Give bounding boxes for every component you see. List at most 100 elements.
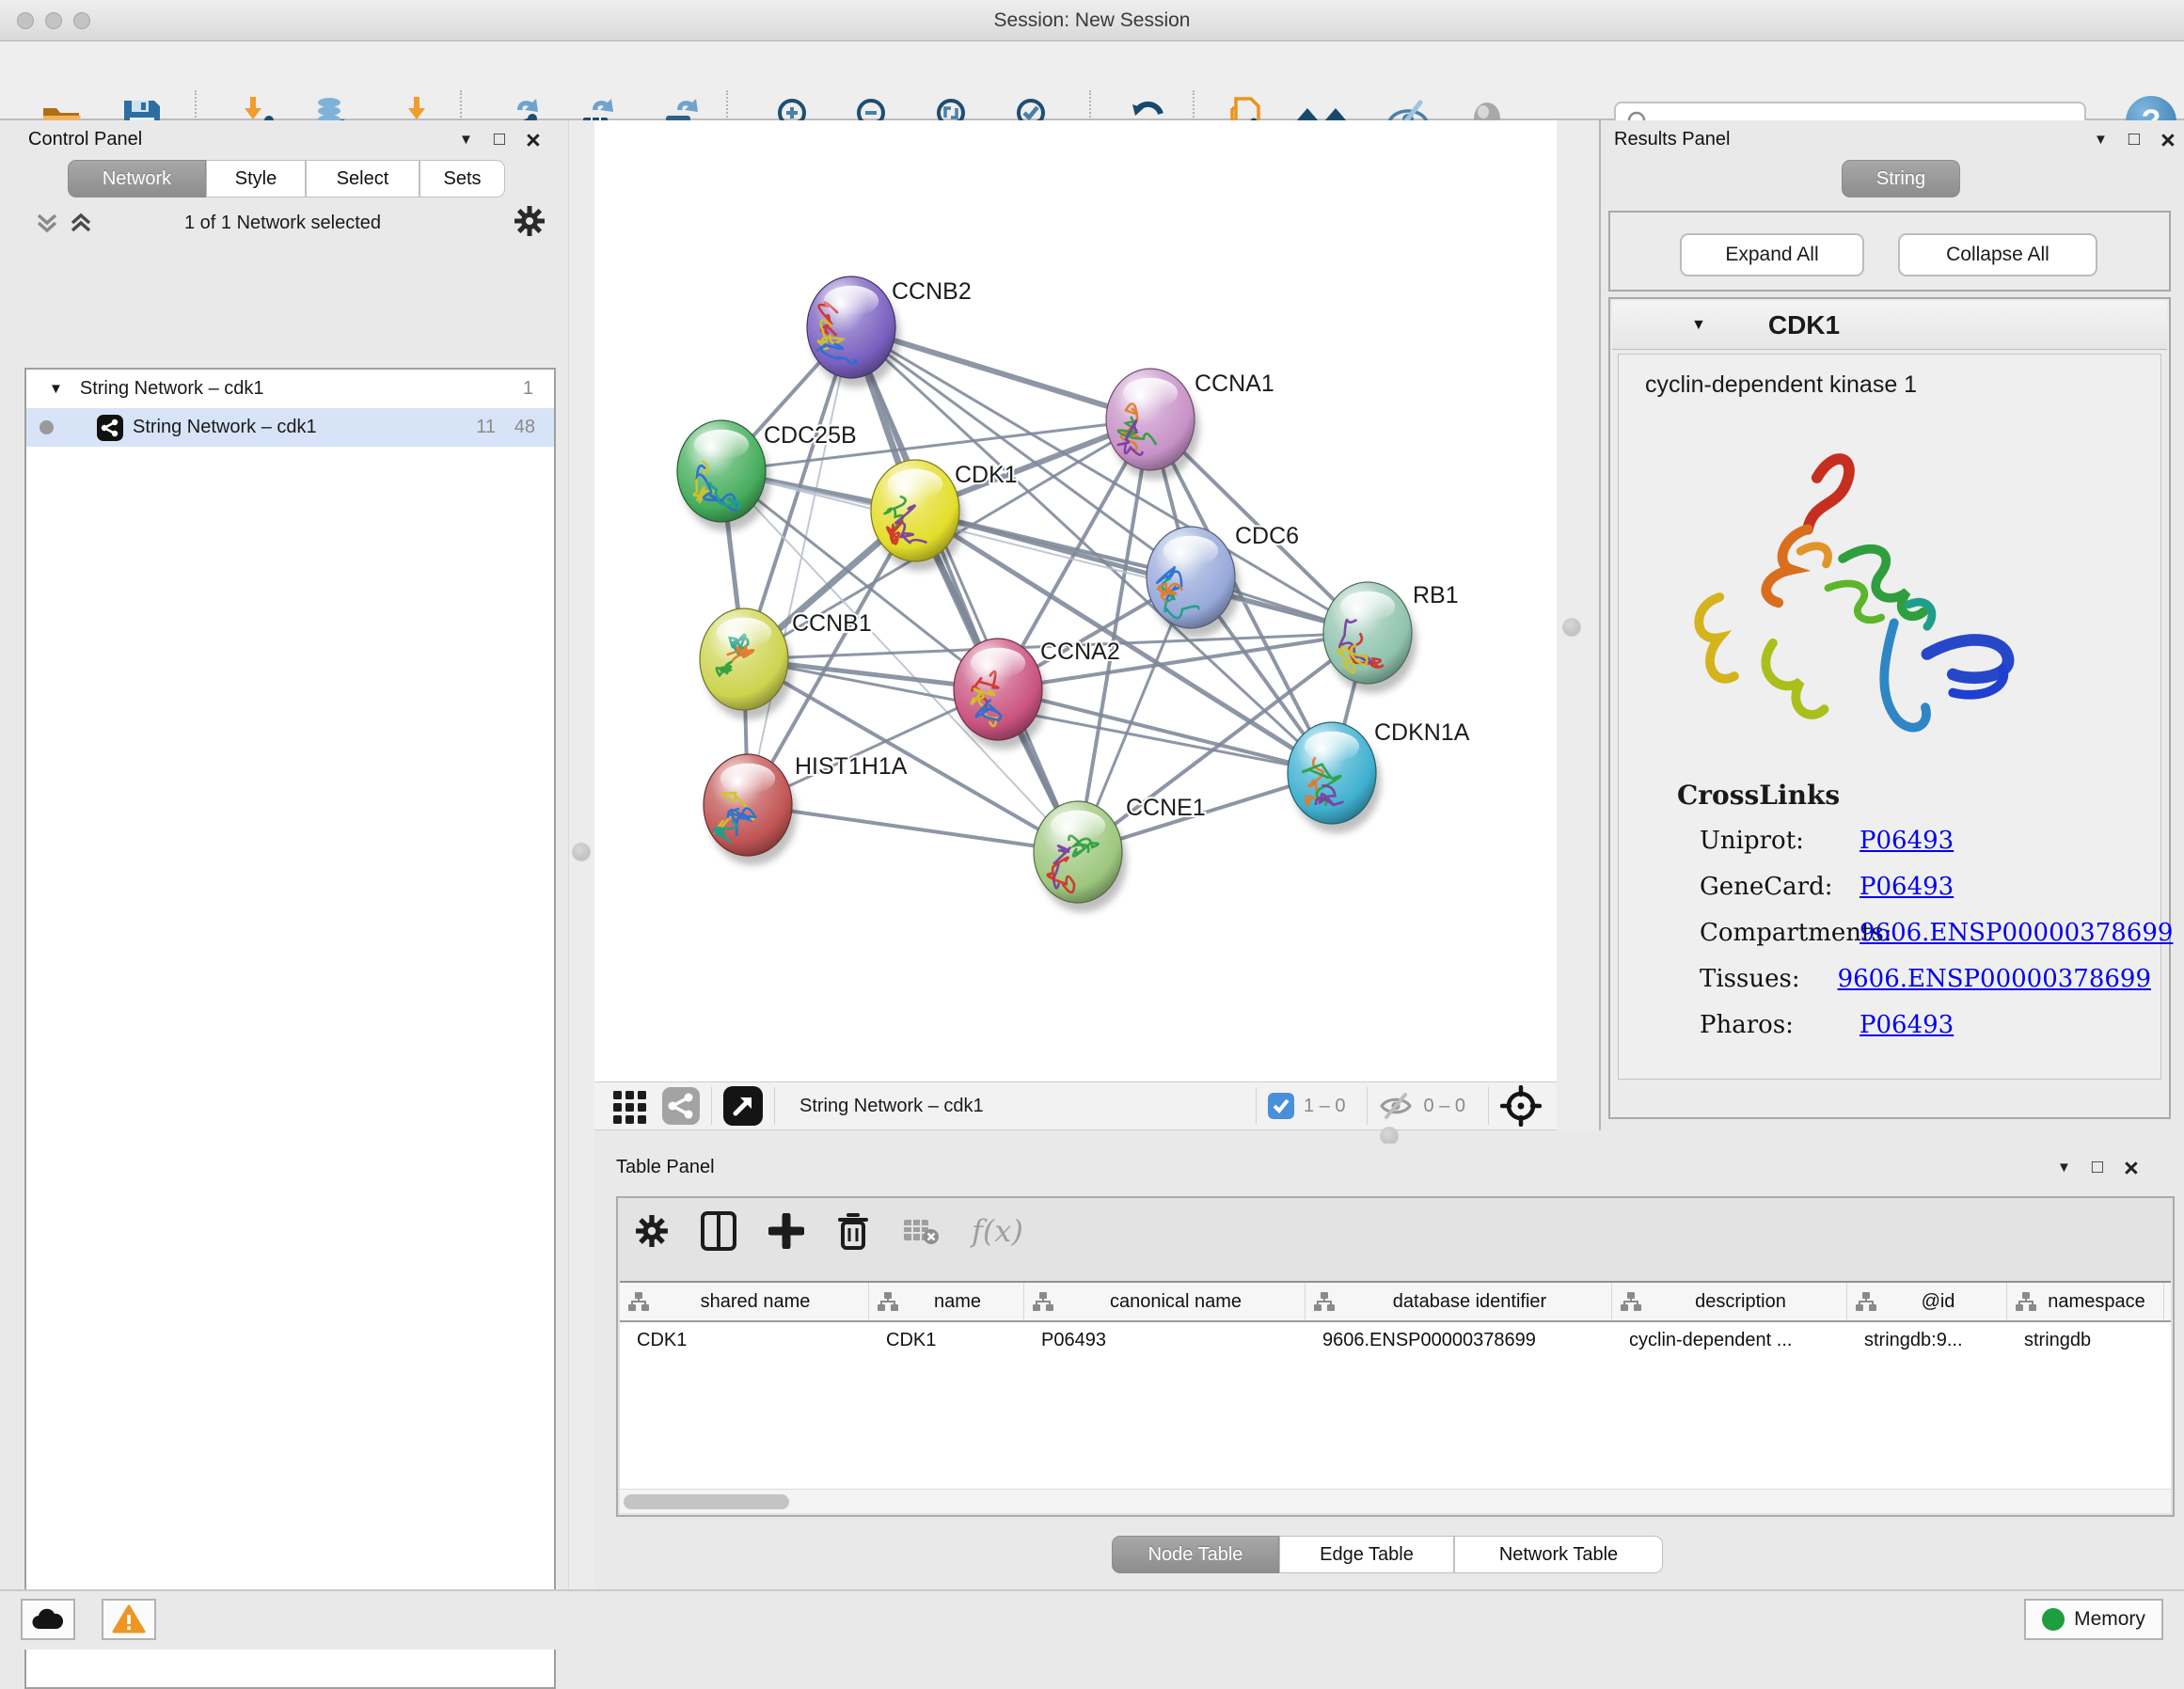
- toolbar-separator: [1367, 1087, 1368, 1125]
- collapse-all-button[interactable]: Collapse All: [1898, 233, 2097, 276]
- expand-all-button[interactable]: Expand All: [1680, 233, 1864, 276]
- collapse-panel-icon[interactable]: ▼: [2057, 1160, 2071, 1176]
- column-header-description[interactable]: description: [1612, 1283, 1847, 1320]
- column-header-name[interactable]: name: [869, 1283, 1024, 1320]
- column-header-database-identifier[interactable]: database identifier: [1306, 1283, 1612, 1320]
- collapse-panel-icon[interactable]: ▼: [2094, 132, 2108, 148]
- function-builder-icon[interactable]: f(x): [972, 1213, 1023, 1249]
- close-panel-icon[interactable]: ×: [2160, 131, 2176, 150]
- table-panel: Table Panel ▼ □ × f(x) shared namenam: [594, 1144, 2184, 1589]
- splitter-handle[interactable]: [1380, 1127, 1399, 1145]
- float-panel-icon[interactable]: □: [494, 129, 505, 150]
- fit-selected-crosshair-icon[interactable]: [1500, 1085, 1542, 1127]
- splitter-handle[interactable]: [1562, 618, 1581, 637]
- hidden-eye-slash-icon[interactable]: [1379, 1092, 1413, 1120]
- network-edge-HIST1H1A-CCNE1[interactable]: [748, 805, 1078, 852]
- network-node-CCNB2[interactable]: [807, 276, 900, 387]
- tab-select[interactable]: Select: [306, 160, 419, 197]
- network-collection-row[interactable]: ▼ String Network – cdk1 1: [26, 370, 554, 408]
- collapse-all-networks-icon[interactable]: [68, 211, 94, 235]
- tab-style[interactable]: Style: [206, 160, 306, 197]
- table-cell[interactable]: P06493: [1024, 1322, 1306, 1362]
- column-header-shared-name[interactable]: shared name: [620, 1283, 869, 1320]
- table-cell[interactable]: CDK1: [869, 1322, 1024, 1362]
- tab-node-table[interactable]: Node Table: [1112, 1536, 1279, 1573]
- network-node-CCNA2[interactable]: [954, 639, 1047, 750]
- toolbar-separator: [1488, 1087, 1489, 1125]
- crosslink-row: Uniprot:P06493: [1700, 827, 2151, 855]
- maximize-window-button[interactable]: [73, 12, 90, 29]
- tab-network[interactable]: Network: [68, 160, 206, 197]
- gene-section-body: cyclin-dependent kinase 1: [1618, 354, 2161, 1080]
- crosslink-link[interactable]: P06493: [1860, 1011, 1954, 1039]
- close-panel-icon[interactable]: ×: [2124, 1159, 2139, 1177]
- warning-button[interactable]: [102, 1599, 156, 1640]
- grid-view-icon[interactable]: [611, 1087, 649, 1125]
- horizontal-splitter[interactable]: [594, 1130, 2184, 1144]
- show-columns-icon[interactable]: [701, 1211, 736, 1251]
- selected-checkbox-icon[interactable]: [1268, 1093, 1294, 1119]
- vertical-splitter-left[interactable]: [568, 120, 594, 1589]
- section-collapse-icon[interactable]: ▼: [1691, 317, 1706, 334]
- close-panel-icon[interactable]: ×: [526, 131, 541, 150]
- crosslinks-list: Uniprot:P06493GeneCard:P06493Compartment…: [1700, 827, 2151, 1057]
- column-header--id[interactable]: @id: [1847, 1283, 2007, 1320]
- delete-table-icon[interactable]: [902, 1216, 940, 1246]
- table-cell[interactable]: CDK1: [620, 1322, 869, 1362]
- birdseye-view-icon[interactable]: [723, 1086, 763, 1126]
- column-header-canonical-name[interactable]: canonical name: [1024, 1283, 1306, 1320]
- minimize-window-button[interactable]: [45, 12, 62, 29]
- table-body: CDK1CDK1P064939606.ENSP00000378699cyclin…: [620, 1322, 2171, 1362]
- network-node-CCNA1[interactable]: [1106, 369, 1199, 480]
- float-panel-icon[interactable]: □: [2129, 129, 2140, 150]
- delete-column-trash-icon[interactable]: [836, 1211, 870, 1251]
- node-label-RB1: RB1: [1413, 582, 1459, 608]
- float-panel-icon[interactable]: □: [2092, 1157, 2103, 1178]
- crosslink-row: Pharos:P06493: [1700, 1011, 2151, 1039]
- network-node-CDC25B[interactable]: [677, 420, 770, 531]
- network-canvas[interactable]: CCNB2CCNA1CDC25BCDK1CDC6RB1CCNB1CCNA2CDK…: [594, 120, 1557, 1081]
- network-options-gear-icon[interactable]: [514, 205, 546, 237]
- close-window-button[interactable]: [17, 12, 34, 29]
- table-horizontal-scrollbar[interactable]: [620, 1489, 2171, 1513]
- crosslink-link[interactable]: P06493: [1860, 873, 1954, 901]
- table-row[interactable]: CDK1CDK1P064939606.ENSP00000378699cyclin…: [620, 1322, 2171, 1362]
- scrollbar-thumb[interactable]: [624, 1494, 789, 1509]
- tab-edge-table[interactable]: Edge Table: [1279, 1536, 1454, 1573]
- gene-section-header[interactable]: ▼ CDK1: [1612, 301, 2167, 350]
- splitter-handle[interactable]: [572, 843, 591, 861]
- crosslink-link[interactable]: 9606.ENSP00000378699: [1838, 965, 2151, 993]
- expand-all-networks-icon[interactable]: [34, 211, 60, 235]
- crosslink-link[interactable]: P06493: [1860, 827, 1954, 855]
- node-label-CCNA2: CCNA2: [1040, 639, 1120, 665]
- crosslink-link[interactable]: 9606.ENSP00000378699: [1860, 919, 2173, 947]
- tab-network-table[interactable]: Network Table: [1454, 1536, 1663, 1573]
- network-node-RB1[interactable]: [1323, 582, 1416, 693]
- network-share-view-icon[interactable]: [662, 1087, 700, 1125]
- network-row[interactable]: String Network – cdk1 11 48: [26, 408, 554, 447]
- network-node-CDC6[interactable]: [1147, 527, 1240, 638]
- table-cell[interactable]: stringdb: [2007, 1322, 2164, 1362]
- vertical-splitter-right[interactable]: [1557, 120, 1599, 1130]
- table-cell[interactable]: stringdb:9...: [1847, 1322, 2007, 1362]
- network-node-CDKN1A[interactable]: [1288, 722, 1381, 833]
- tree-expand-icon[interactable]: ▼: [49, 381, 63, 397]
- collapse-panel-icon[interactable]: ▼: [459, 132, 473, 148]
- network-node-CCNE1[interactable]: [1034, 801, 1127, 912]
- table-cell[interactable]: 9606.ENSP00000378699: [1306, 1322, 1612, 1362]
- network-edge-CCNB2-HIST1H1A[interactable]: [748, 327, 851, 805]
- column-header-namespace[interactable]: namespace: [2007, 1283, 2164, 1320]
- tab-sets[interactable]: Sets: [419, 160, 505, 197]
- title-bar: Session: New Session: [0, 0, 2184, 41]
- tab-string[interactable]: String: [1842, 160, 1960, 197]
- network-edge-CDK1-RB1[interactable]: [915, 511, 1368, 633]
- crosslink-label: GeneCard:: [1700, 873, 1860, 901]
- cloud-button[interactable]: [21, 1599, 75, 1640]
- add-column-plus-icon[interactable]: [768, 1213, 804, 1249]
- network-node-CDK1[interactable]: [871, 460, 964, 571]
- table-options-gear-icon[interactable]: [635, 1214, 669, 1248]
- node-label-CCNA1: CCNA1: [1195, 371, 1274, 397]
- table-cell[interactable]: cyclin-dependent ...: [1612, 1322, 1847, 1362]
- memory-button[interactable]: Memory: [2024, 1599, 2163, 1640]
- network-node-HIST1H1A[interactable]: [704, 754, 797, 865]
